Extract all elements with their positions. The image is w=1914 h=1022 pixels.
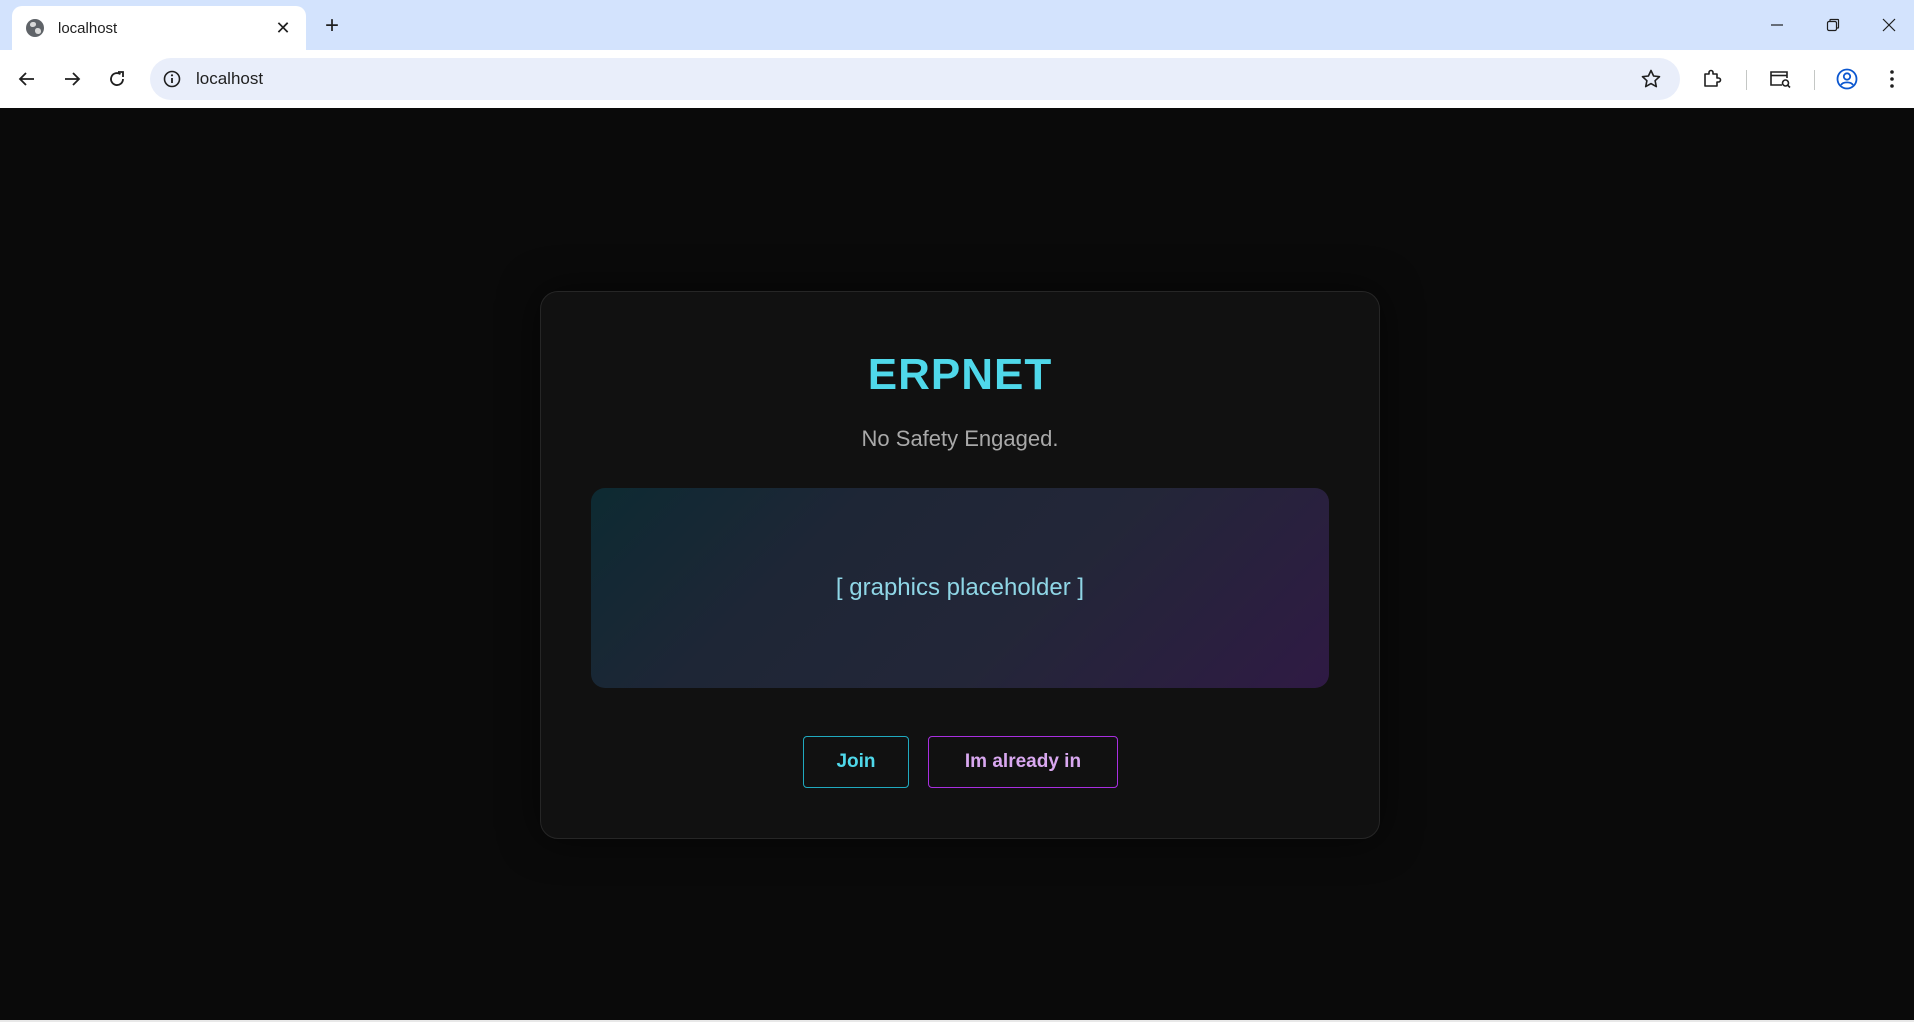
new-tab-button[interactable]: + (318, 12, 346, 40)
graphics-placeholder-text: [ graphics placeholder ] (835, 574, 1085, 601)
close-tab-icon[interactable]: ✕ (272, 17, 294, 39)
toolbar-divider (1814, 70, 1815, 90)
toolbar-divider (1746, 70, 1747, 90)
back-arrow-icon[interactable] (12, 64, 42, 94)
forward-arrow-icon[interactable] (57, 64, 87, 94)
brand-title: ERPNET (867, 350, 1053, 399)
tab-search-icon[interactable] (1766, 65, 1794, 93)
restore-icon[interactable] (1818, 10, 1848, 40)
tab-title: localhost (58, 19, 118, 37)
extensions-puzzle-icon[interactable] (1698, 65, 1726, 93)
browser-toolbar: localhost (0, 50, 1914, 108)
site-info-icon[interactable] (162, 69, 182, 89)
profile-avatar-icon[interactable] (1833, 65, 1861, 93)
address-bar[interactable]: localhost (150, 58, 1680, 100)
welcome-card: ERPNET No Safety Engaged. [ graphics pla… (540, 291, 1380, 839)
globe-icon (26, 19, 44, 37)
minimize-icon[interactable] (1762, 10, 1792, 40)
bookmark-star-icon[interactable] (1640, 68, 1662, 90)
join-button[interactable]: Join (803, 736, 909, 788)
reload-icon[interactable] (102, 64, 132, 94)
tagline: No Safety Engaged. (861, 426, 1059, 451)
browser-tab[interactable]: localhost ✕ (12, 6, 306, 50)
close-window-icon[interactable] (1874, 10, 1904, 40)
graphics-placeholder: [ graphics placeholder ] (591, 488, 1329, 688)
url-text: localhost (196, 69, 264, 88)
menu-kebab-icon[interactable] (1878, 65, 1906, 93)
tab-strip: localhost ✕ + (0, 0, 1914, 50)
already-in-button[interactable]: Im already in (928, 736, 1118, 788)
page-viewport: ERPNET No Safety Engaged. [ graphics pla… (0, 108, 1914, 1020)
